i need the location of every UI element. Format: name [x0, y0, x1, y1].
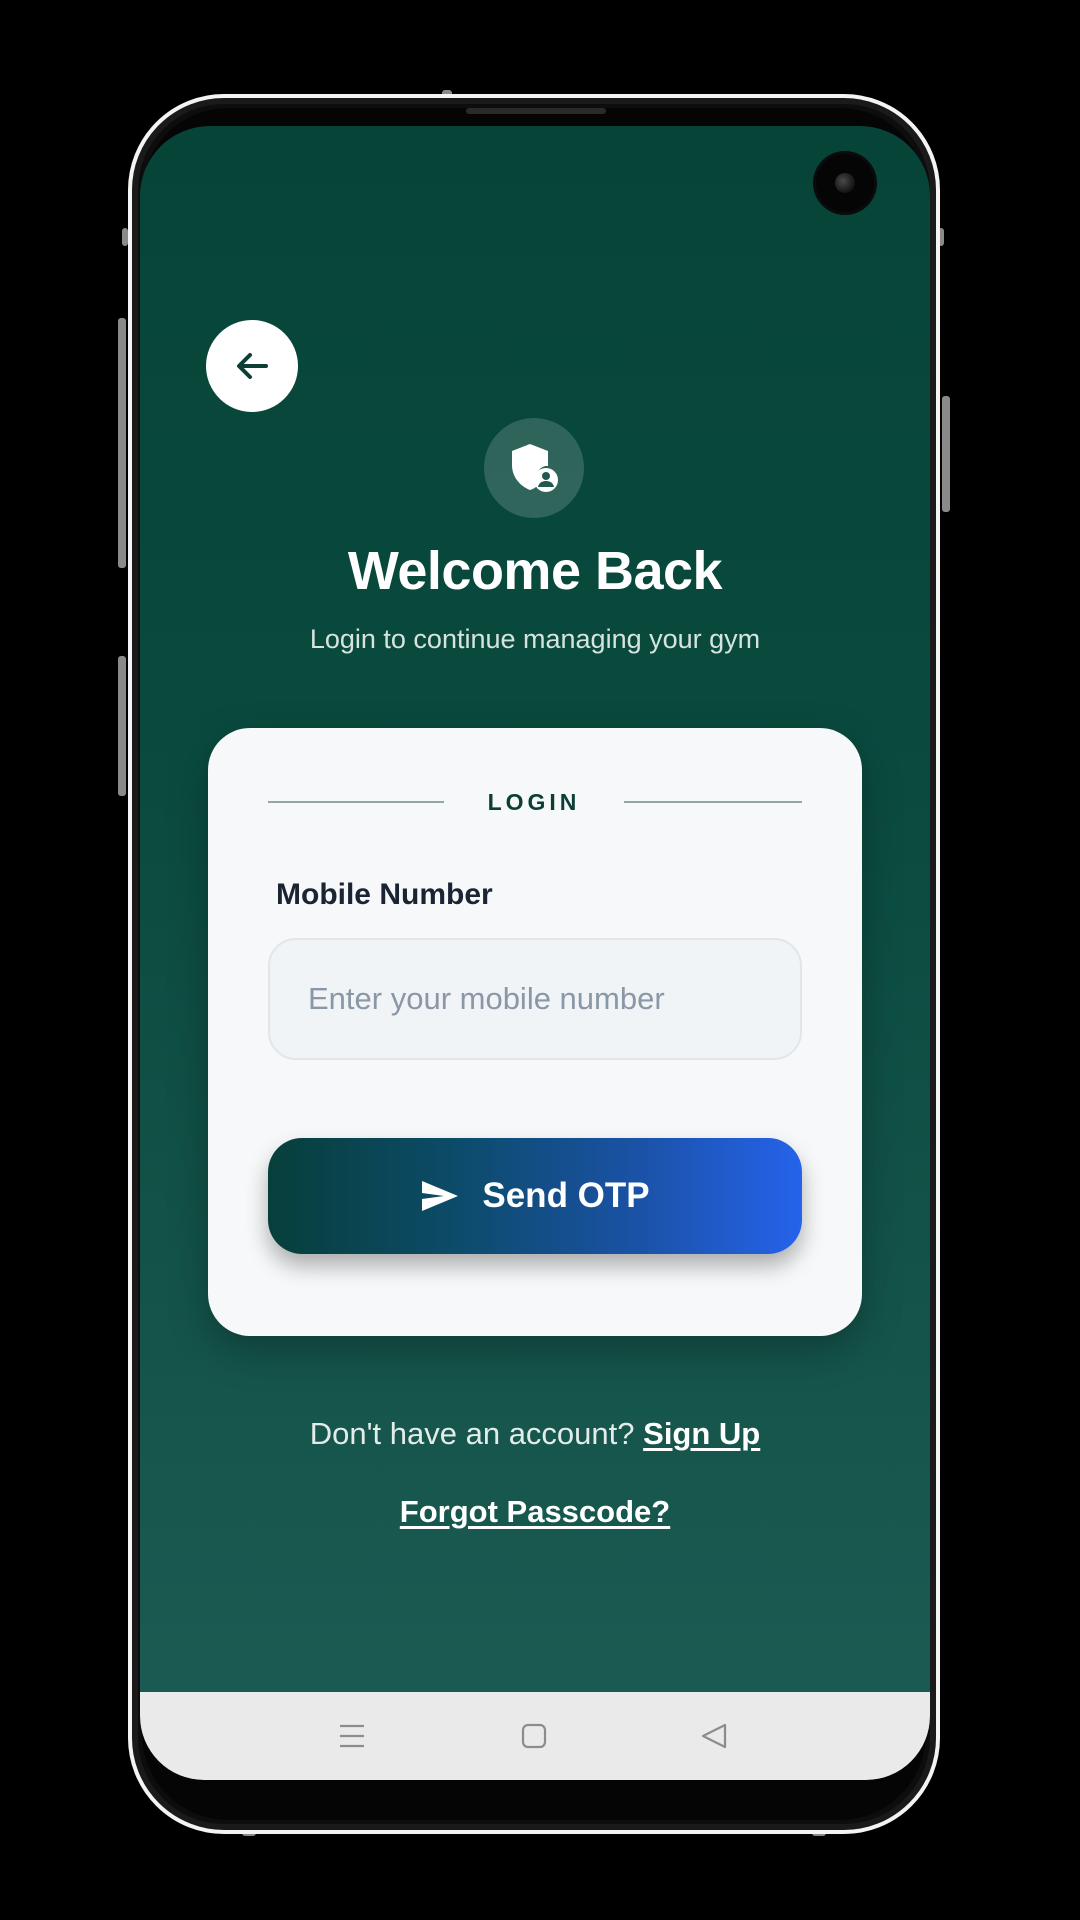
- mobile-number-label: Mobile Number: [276, 878, 493, 911]
- back-triangle-icon: [701, 1723, 727, 1749]
- nav-back-button[interactable]: [684, 1712, 744, 1760]
- signup-prompt: Don't have an account? Sign Up: [140, 1416, 930, 1452]
- send-icon: [422, 1181, 459, 1211]
- page-subtitle: Login to continue managing your gym: [309, 624, 761, 654]
- login-card: LOGIN Mobile Number Send OTP: [208, 728, 862, 1336]
- divider-line: [624, 801, 802, 803]
- home-icon: [521, 1723, 547, 1749]
- front-camera: [816, 154, 874, 212]
- shield-user-icon: [512, 444, 558, 492]
- app-screen: Welcome Back Login to continue managing …: [140, 126, 930, 1780]
- nav-recents-button[interactable]: [322, 1712, 382, 1760]
- no-account-text: Don't have an account?: [309, 1416, 635, 1451]
- send-otp-label: Send OTP: [482, 1176, 650, 1215]
- forgot-passcode-row: Forgot Passcode?: [140, 1494, 930, 1530]
- device-power-button: [942, 396, 950, 512]
- back-button[interactable]: [206, 320, 298, 412]
- divider-line: [268, 801, 444, 803]
- forgot-passcode-link[interactable]: Forgot Passcode?: [400, 1494, 670, 1529]
- nav-home-button[interactable]: [504, 1712, 564, 1760]
- login-section-header: LOGIN: [268, 782, 802, 822]
- app-logo: [484, 418, 584, 518]
- recents-icon: [340, 1724, 364, 1748]
- signup-link[interactable]: Sign Up: [643, 1416, 760, 1451]
- earpiece-speaker: [466, 108, 606, 114]
- login-section-label: LOGIN: [487, 789, 581, 815]
- device-bixby-button: [118, 656, 126, 796]
- page-title: Welcome Back: [347, 541, 723, 601]
- system-nav-bar: [140, 1692, 930, 1780]
- device-volume-button: [118, 318, 126, 568]
- device-stage: Welcome Back Login to continue managing …: [0, 0, 1080, 1920]
- mobile-number-input[interactable]: [268, 938, 802, 1060]
- send-otp-button[interactable]: Send OTP: [268, 1138, 802, 1254]
- arrow-left-icon: [237, 353, 268, 379]
